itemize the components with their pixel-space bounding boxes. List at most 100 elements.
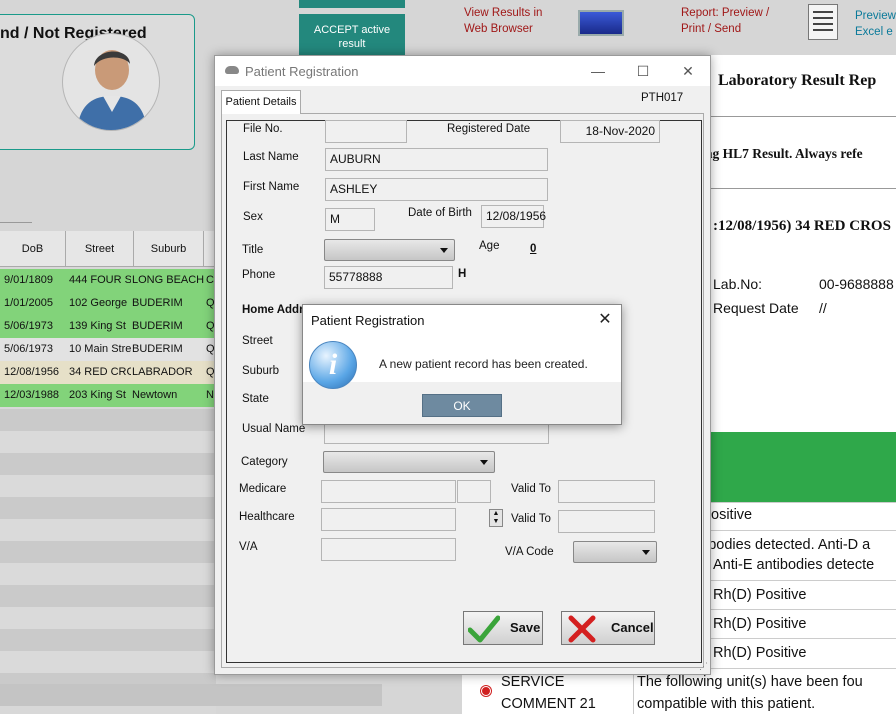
accept-line-1: ACCEPT active bbox=[313, 24, 391, 36]
empty-row bbox=[0, 475, 216, 497]
phone-field[interactable]: 55778888 bbox=[324, 266, 453, 289]
age-value: 0 bbox=[530, 243, 537, 255]
preview-line-1: Preview bbox=[855, 10, 896, 22]
empty-row bbox=[0, 519, 216, 541]
table-row[interactable]: 5/06/1973 10 Main Stre BUDERIM Q bbox=[0, 338, 216, 361]
dialog-title: Patient Registration bbox=[311, 313, 425, 328]
divider bbox=[705, 116, 896, 117]
title-dropdown[interactable] bbox=[324, 239, 455, 261]
column-header-street[interactable]: Street bbox=[66, 231, 134, 267]
registered-date-field[interactable]: 18-Nov-2020 bbox=[560, 120, 660, 143]
accept-active-result-button[interactable]: ACCEPT active result bbox=[299, 14, 405, 58]
browser-icon[interactable] bbox=[578, 10, 624, 36]
horizontal-scrollbar[interactable] bbox=[0, 684, 382, 706]
file-no-field[interactable] bbox=[325, 120, 407, 143]
category-label: Category bbox=[241, 456, 288, 468]
lab-no-value: 00-9688888 bbox=[819, 276, 894, 292]
medicare-label: Medicare bbox=[239, 483, 287, 495]
resize-grip-icon[interactable]: ⋰ bbox=[699, 661, 709, 671]
home-address-heading: Home Addr bbox=[242, 304, 304, 316]
empty-row bbox=[0, 431, 216, 453]
accept-top-edge bbox=[299, 0, 405, 8]
save-button[interactable]: Save bbox=[463, 611, 543, 645]
medicare-field[interactable] bbox=[321, 480, 456, 503]
accept-line-2: result bbox=[338, 38, 366, 50]
cancel-button[interactable]: Cancel bbox=[561, 611, 655, 645]
usual-name-label: Usual Name bbox=[242, 423, 306, 435]
service-label: SERVICE bbox=[501, 674, 565, 690]
result-text: ibodies detected. Anti-D a bbox=[705, 537, 871, 553]
suburb-label: Suburb bbox=[242, 365, 280, 377]
report-title: Laboratory Result Rep bbox=[718, 72, 877, 89]
title-label: Title bbox=[242, 244, 264, 256]
maximize-icon[interactable]: ☐ bbox=[628, 60, 658, 82]
view-results-browser-link[interactable]: View Results in Web Browser bbox=[464, 5, 542, 37]
healthcare-field[interactable] bbox=[321, 508, 456, 531]
service-label: COMMENT 21 bbox=[501, 696, 596, 712]
empty-row bbox=[0, 651, 216, 673]
medicare-valid-to-label: Valid To bbox=[511, 483, 551, 495]
person-icon bbox=[77, 50, 147, 130]
dialog-message: A new patient record has been created. bbox=[379, 357, 588, 371]
report-patient-line: :12/08/1956) 34 RED CROS bbox=[713, 218, 891, 234]
last-name-field[interactable]: AUBURN bbox=[325, 148, 548, 171]
street-label: Street bbox=[242, 335, 273, 347]
window-title: Patient Registration bbox=[245, 64, 359, 79]
phone-type: H bbox=[458, 268, 467, 280]
va-code-dropdown[interactable] bbox=[573, 541, 657, 563]
table-row[interactable]: 5/06/1973 139 King St BUDERIM Q bbox=[0, 315, 216, 338]
va-label: V/A bbox=[239, 541, 258, 553]
report-line-1: Report: Preview / bbox=[681, 7, 770, 19]
first-name-field[interactable]: ASHLEY bbox=[325, 178, 548, 201]
sex-field[interactable]: M bbox=[325, 208, 375, 231]
usual-name-field[interactable] bbox=[324, 422, 549, 444]
empty-row bbox=[0, 453, 216, 475]
cancel-label: Cancel bbox=[611, 620, 654, 635]
minimize-icon[interactable]: — bbox=[583, 60, 613, 82]
table-row[interactable]: 1/01/2005 102 George BUDERIM Q bbox=[0, 292, 216, 315]
save-label: Save bbox=[510, 620, 541, 635]
va-field[interactable] bbox=[321, 538, 456, 561]
date-of-birth-field[interactable]: 12/08/1956 bbox=[481, 205, 546, 228]
va-code-label: V/A Code bbox=[505, 546, 554, 558]
view-results-line-2: Web Browser bbox=[464, 23, 533, 35]
report-preview-link[interactable]: Report: Preview / Print / Send bbox=[681, 5, 769, 37]
avatar bbox=[62, 33, 160, 131]
divider bbox=[705, 580, 896, 581]
empty-row bbox=[0, 497, 216, 519]
report-hl7-notice: ng HL7 Result. Always refe bbox=[705, 146, 863, 161]
empty-row bbox=[0, 585, 216, 607]
close-icon[interactable]: ✕ bbox=[673, 60, 703, 82]
healthcare-valid-to-label: Valid To bbox=[511, 513, 551, 525]
category-dropdown[interactable] bbox=[323, 451, 495, 473]
close-icon[interactable]: ✕ bbox=[593, 309, 617, 331]
service-comment: compatible with this patient. bbox=[637, 696, 816, 712]
result-text: Rh(D) Positive bbox=[713, 616, 807, 632]
check-icon bbox=[468, 615, 500, 643]
table-row[interactable]: 12/03/1988 203 King St Newtown N bbox=[0, 384, 216, 407]
healthcare-valid-to-field[interactable] bbox=[558, 510, 655, 533]
divider bbox=[705, 530, 896, 531]
medicare-valid-to-field[interactable] bbox=[558, 480, 655, 503]
patient-grid: DoB Street Suburb 9/01/1809 444 FOUR S L… bbox=[0, 231, 216, 714]
report-document-icon[interactable] bbox=[808, 4, 838, 40]
medicare-ref-field[interactable] bbox=[457, 480, 491, 503]
spinner-icon[interactable]: ▲ ▼ bbox=[489, 509, 503, 527]
request-date-value: // bbox=[819, 300, 827, 316]
file-no-label: File No. bbox=[243, 123, 283, 135]
tab-patient-details[interactable]: Patient Details bbox=[221, 90, 301, 114]
divider bbox=[705, 502, 896, 503]
table-row[interactable]: 12/08/1956 34 RED CRC LABRADOR Q bbox=[0, 361, 216, 384]
column-header-dob[interactable]: DoB bbox=[0, 231, 66, 267]
request-date-label: Request Date bbox=[713, 300, 799, 316]
view-results-line-1: View Results in bbox=[464, 7, 543, 19]
cross-icon bbox=[568, 615, 596, 643]
divider bbox=[0, 222, 32, 223]
last-name-label: Last Name bbox=[243, 151, 299, 163]
divider bbox=[705, 609, 896, 610]
table-row[interactable]: 9/01/1809 444 FOUR S LONG BEACH C bbox=[0, 269, 216, 292]
column-header-suburb[interactable]: Suburb bbox=[134, 231, 204, 267]
empty-row bbox=[0, 409, 216, 431]
ok-button[interactable]: OK bbox=[422, 394, 502, 417]
preview-excel-link[interactable]: Preview Excel e bbox=[855, 8, 896, 40]
